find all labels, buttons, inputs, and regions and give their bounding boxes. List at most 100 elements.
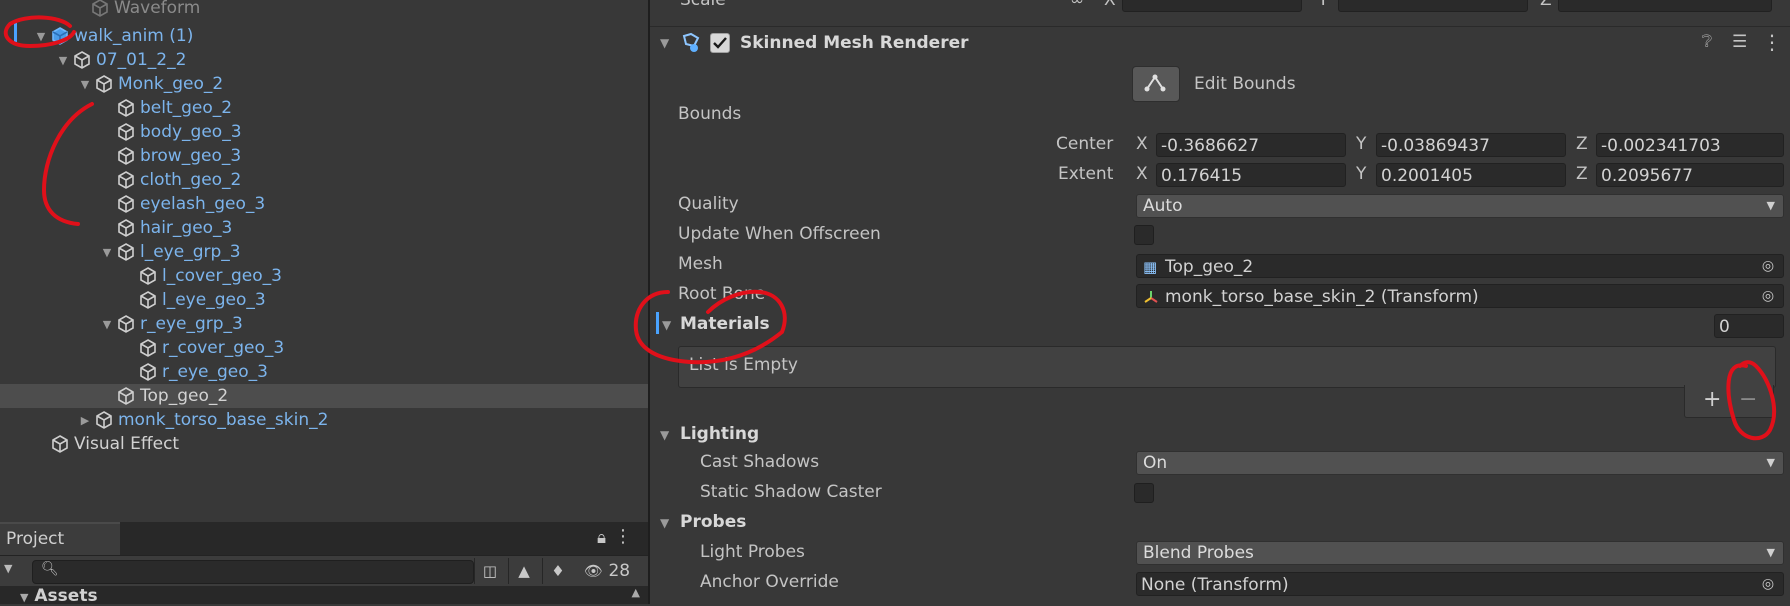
extent-y-field[interactable]: 0.2001405 bbox=[1376, 163, 1566, 187]
collapse-arrow-icon[interactable]: ▼ bbox=[100, 318, 114, 331]
center-x-field[interactable]: -0.3686627 bbox=[1156, 133, 1346, 157]
checkmark-icon bbox=[713, 37, 727, 49]
hierarchy-item[interactable]: ▼l_eye_geo_3 bbox=[0, 288, 648, 312]
light-probes-value: Blend Probes bbox=[1143, 543, 1254, 563]
static-shadow-checkbox[interactable] bbox=[1134, 483, 1154, 503]
search-by-scene-icon[interactable]: ◫ bbox=[474, 558, 505, 584]
mesh-field[interactable]: ▦ Top_geo_2 ◎ bbox=[1136, 254, 1784, 278]
hierarchy-item[interactable]: ▼Top_geo_2 bbox=[0, 384, 648, 408]
update-offscreen-checkbox[interactable] bbox=[1134, 225, 1154, 245]
anchor-override-field[interactable]: None (Transform) ◎ bbox=[1136, 572, 1784, 596]
hierarchy-item[interactable]: ▼Visual Effect bbox=[0, 432, 648, 456]
hierarchy-item-label: Visual Effect bbox=[74, 434, 180, 454]
kebab-menu-icon[interactable]: ⋮ bbox=[614, 526, 632, 547]
hierarchy-item[interactable]: ▼body_geo_3 bbox=[0, 120, 648, 144]
light-probes-label: Light Probes bbox=[700, 542, 805, 562]
quality-value: Auto bbox=[1143, 196, 1183, 216]
dropdown-arrow-icon: ▼ bbox=[1766, 546, 1775, 559]
dropdown-arrow-icon: ▼ bbox=[1766, 456, 1775, 469]
hierarchy-item[interactable]: ▼cloth_geo_2 bbox=[0, 168, 648, 192]
hierarchy-item[interactable]: ▶ monk_torso_base_skin_2 bbox=[0, 408, 648, 432]
filter-by-type-icon[interactable]: ▲ bbox=[508, 558, 539, 584]
root-bone-field[interactable]: monk_torso_base_skin_2 (Transform) ◎ bbox=[1136, 284, 1784, 308]
center-y-field[interactable]: -0.03869437 bbox=[1376, 133, 1566, 157]
add-element-button[interactable]: + bbox=[1703, 387, 1721, 412]
hierarchy-item-label: r_eye_grp_3 bbox=[140, 314, 243, 334]
hierarchy-item[interactable]: ▼ 07_01_2_2 bbox=[0, 48, 648, 72]
expand-arrow-icon[interactable]: ▶ bbox=[78, 414, 92, 427]
cast-shadows-dropdown[interactable]: On ▼ bbox=[1136, 451, 1784, 475]
lock-icon[interactable]: 🔒︎ bbox=[597, 528, 606, 548]
lighting-label[interactable]: Lighting bbox=[680, 424, 759, 444]
probes-label[interactable]: Probes bbox=[680, 512, 746, 532]
edit-bounds-button[interactable] bbox=[1132, 66, 1180, 102]
hierarchy-item[interactable]: ▼hair_geo_3 bbox=[0, 216, 648, 240]
hierarchy-item-label: Waveform bbox=[114, 0, 201, 18]
tab-project[interactable]: Project bbox=[0, 522, 120, 556]
extent-z-field[interactable]: 0.2095677 bbox=[1596, 163, 1784, 187]
quality-dropdown[interactable]: Auto ▼ bbox=[1136, 194, 1784, 218]
lighting-foldout-arrow[interactable]: ▼ bbox=[660, 428, 669, 442]
scale-link-icon[interactable]: ∞ bbox=[1070, 0, 1084, 10]
hidden-packages-count[interactable]: 👁︎ 28 bbox=[584, 558, 630, 584]
hierarchy-item[interactable]: ▼Waveform bbox=[0, 0, 648, 20]
help-icon[interactable]: ❔︎ bbox=[1702, 32, 1712, 52]
scale-y-field[interactable] bbox=[1338, 0, 1528, 12]
hierarchy-item[interactable]: ▼eyelash_geo_3 bbox=[0, 192, 648, 216]
object-picker-icon[interactable]: ◎ bbox=[1759, 575, 1777, 593]
extent-x-field[interactable]: 0.176415 bbox=[1156, 163, 1346, 187]
assets-folder[interactable]: ▼ Assets bbox=[20, 586, 98, 606]
presets-icon[interactable]: ☰ bbox=[1732, 32, 1747, 52]
cast-shadows-label: Cast Shadows bbox=[700, 452, 820, 472]
create-dropdown-icon[interactable]: ▼ bbox=[4, 562, 12, 575]
anchor-override-label: Anchor Override bbox=[700, 572, 839, 592]
hierarchy-item[interactable]: ▼r_eye_geo_3 bbox=[0, 360, 648, 384]
collapse-arrow-icon[interactable]: ▼ bbox=[56, 54, 70, 67]
materials-count-field[interactable]: 0 bbox=[1714, 314, 1784, 338]
hierarchy-item-label: walk_anim (1) bbox=[74, 26, 194, 46]
hierarchy-item[interactable]: ▼r_cover_geo_3 bbox=[0, 336, 648, 360]
collapse-arrow-icon[interactable]: ▼ bbox=[100, 246, 114, 259]
component-enabled-checkbox[interactable] bbox=[710, 33, 730, 53]
root-bone-label: Root Bone bbox=[678, 284, 766, 304]
component-foldout-arrow[interactable]: ▼ bbox=[660, 36, 669, 50]
scroll-up-icon[interactable]: ▲ bbox=[632, 586, 640, 599]
hierarchy-item[interactable]: ▼ r_eye_grp_3 bbox=[0, 312, 648, 336]
hierarchy-item[interactable]: ▼ Monk_geo_2 bbox=[0, 72, 648, 96]
hierarchy-item[interactable]: ▼ walk_anim (1) bbox=[0, 24, 648, 48]
scale-label: Scale bbox=[680, 0, 726, 10]
hierarchy-item-label: 07_01_2_2 bbox=[96, 50, 187, 70]
materials-foldout-arrow[interactable]: ▼ bbox=[662, 318, 671, 332]
filter-by-label-icon[interactable]: ♦ bbox=[542, 558, 573, 584]
skinned-mesh-icon bbox=[682, 32, 700, 52]
extent-y-axis: Y bbox=[1356, 164, 1367, 184]
gameobject-cube-icon bbox=[140, 267, 156, 285]
hierarchy-item[interactable]: ▼ l_eye_grp_3 bbox=[0, 240, 648, 264]
gameobject-cube-icon bbox=[118, 387, 134, 405]
gameobject-cube-icon bbox=[52, 435, 68, 453]
scale-z-field[interactable] bbox=[1558, 0, 1772, 12]
edit-bounds-icon bbox=[1144, 74, 1166, 92]
hierarchy-item[interactable]: ▼belt_geo_2 bbox=[0, 96, 648, 120]
project-search-input[interactable]: 🔍︎ bbox=[32, 560, 474, 584]
object-picker-icon[interactable]: ◎ bbox=[1759, 287, 1777, 305]
gameobject-cube-icon bbox=[118, 99, 134, 117]
scale-y-axis: Y bbox=[1318, 0, 1329, 10]
component-menu-icon[interactable]: ⋮ bbox=[1762, 30, 1782, 54]
project-tab-label: Project bbox=[6, 529, 65, 549]
object-picker-icon[interactable]: ◎ bbox=[1759, 257, 1777, 275]
remove-element-button[interactable]: − bbox=[1739, 387, 1757, 412]
center-z-field[interactable]: -0.002341703 bbox=[1596, 133, 1784, 157]
hierarchy-item-label: l_cover_geo_3 bbox=[162, 266, 282, 286]
probes-foldout-arrow[interactable]: ▼ bbox=[660, 516, 669, 530]
hierarchy-item-label: monk_torso_base_skin_2 bbox=[118, 410, 329, 430]
scale-x-field[interactable] bbox=[1122, 0, 1302, 12]
collapse-arrow-icon[interactable]: ▼ bbox=[34, 30, 48, 43]
center-y-axis: Y bbox=[1356, 134, 1367, 154]
hierarchy-item[interactable]: ▼l_cover_geo_3 bbox=[0, 264, 648, 288]
light-probes-dropdown[interactable]: Blend Probes ▼ bbox=[1136, 541, 1784, 565]
collapse-arrow-icon[interactable]: ▼ bbox=[78, 78, 92, 91]
materials-label[interactable]: Materials bbox=[680, 314, 770, 334]
scale-z-axis: Z bbox=[1540, 0, 1552, 10]
hierarchy-item[interactable]: ▼brow_geo_3 bbox=[0, 144, 648, 168]
